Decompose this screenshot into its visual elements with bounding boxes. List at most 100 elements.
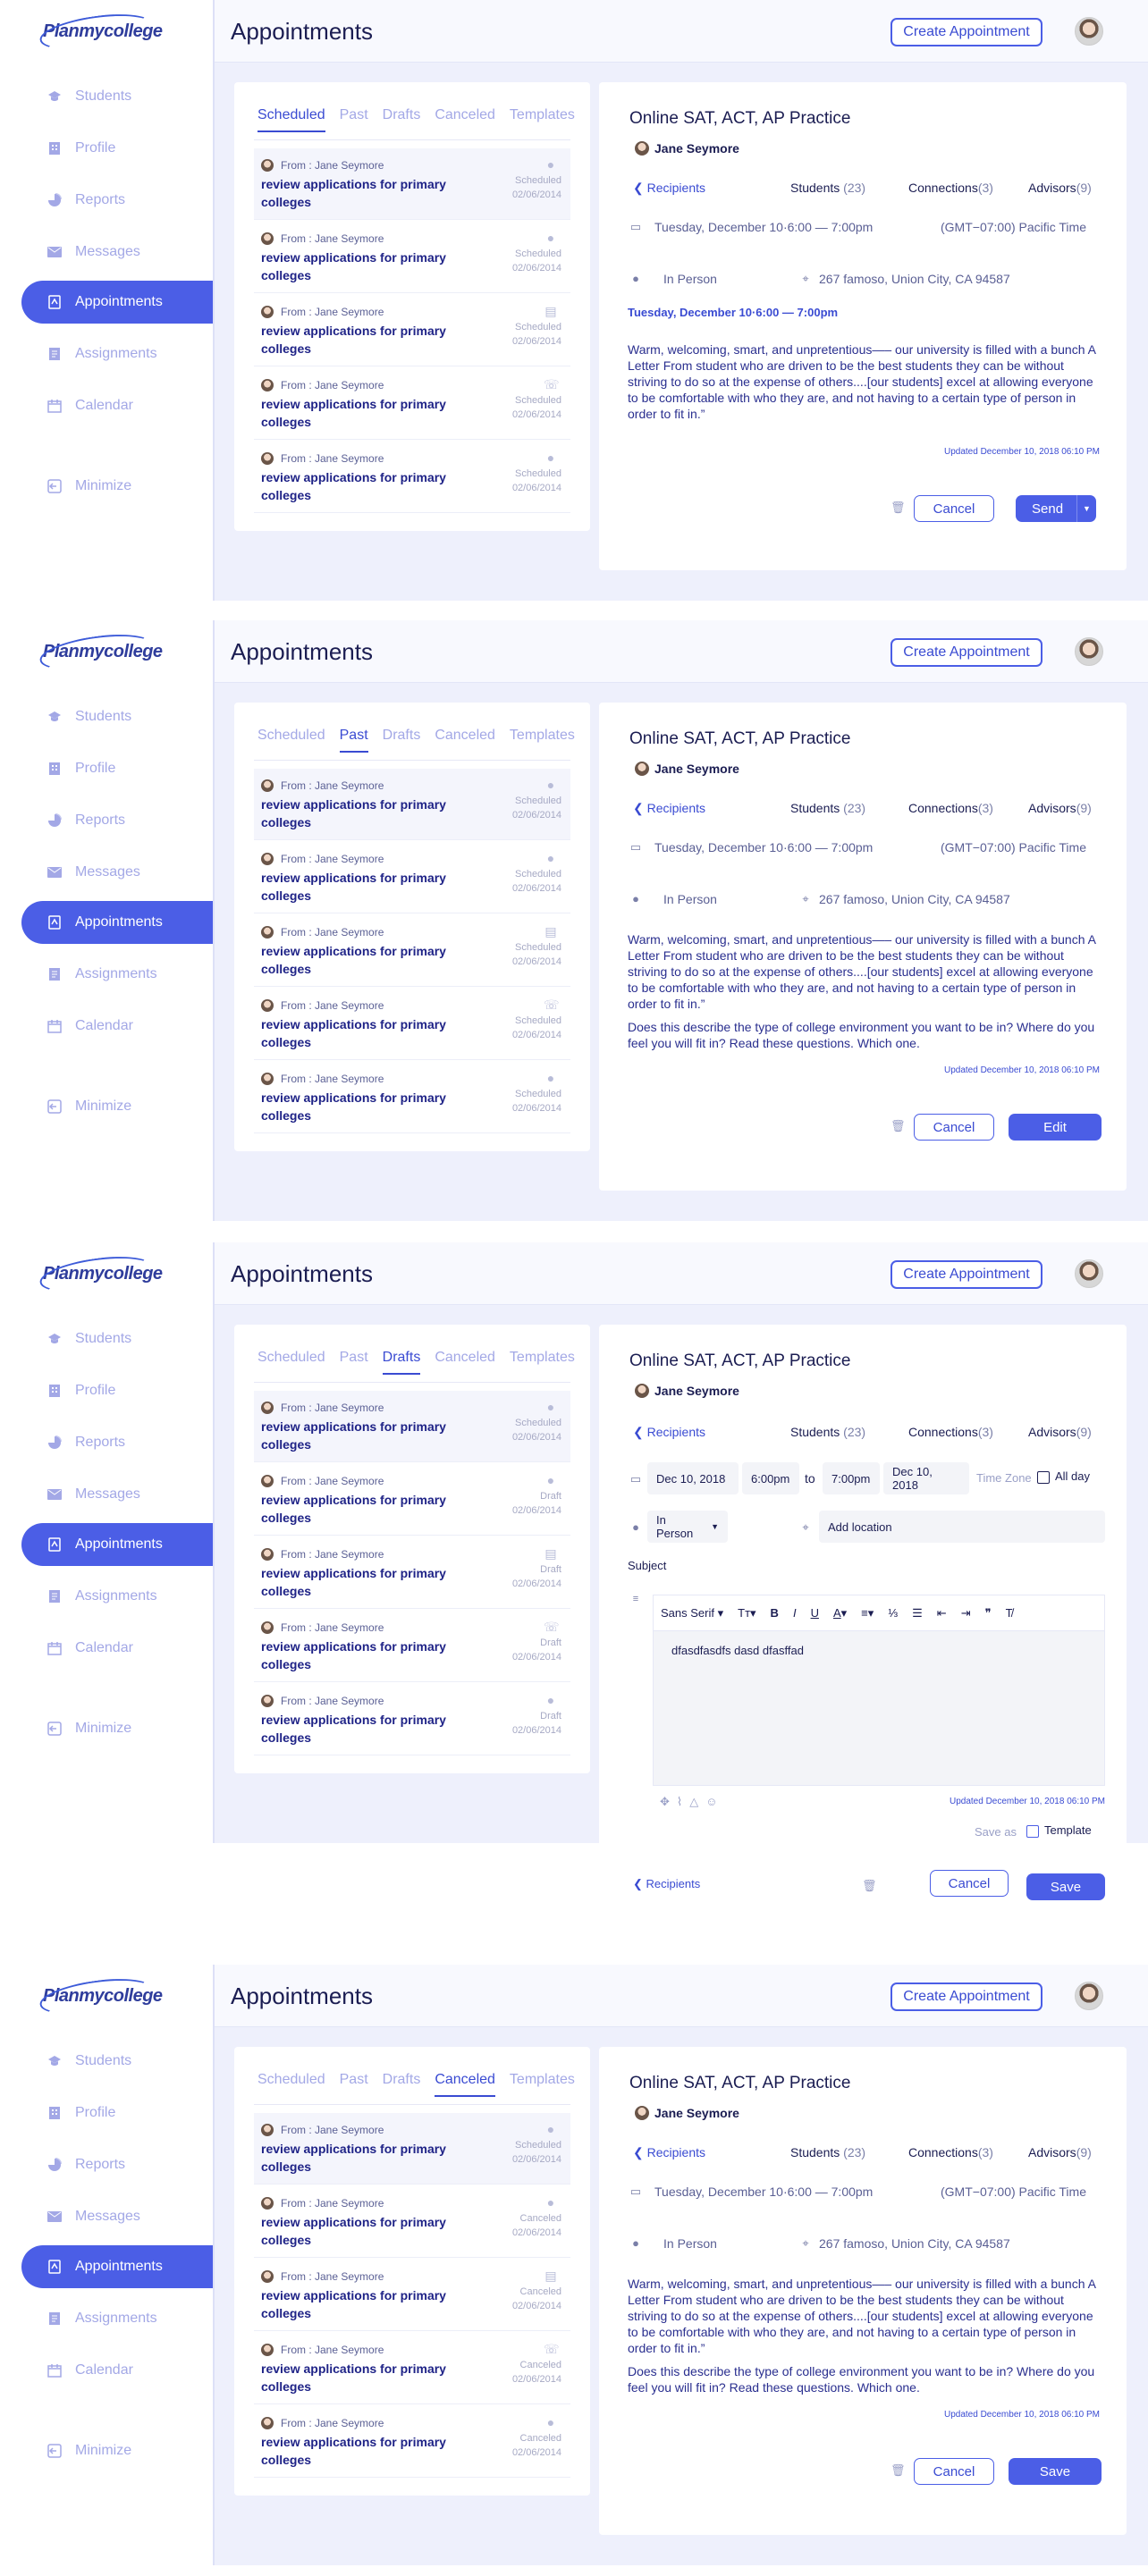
tab-past[interactable]: Past: [340, 1350, 368, 1375]
tab-past[interactable]: Past: [340, 2072, 368, 2097]
italic-icon[interactable]: I: [793, 1606, 797, 1620]
recipients-link[interactable]: ❮ Recipients: [633, 801, 705, 816]
indent-more-icon[interactable]: ⇥: [961, 1606, 971, 1621]
sidebar-item-messages[interactable]: Messages: [21, 2195, 213, 2238]
minimize-button[interactable]: Minimize: [21, 2429, 213, 2472]
edit-button[interactable]: Edit: [1009, 1114, 1102, 1141]
recipients-link[interactable]: ❮ Recipients: [633, 181, 705, 196]
sidebar-item-calendar[interactable]: Calendar: [21, 384, 213, 427]
sidebar-item-profile[interactable]: Profile: [21, 747, 213, 790]
clear-format-icon[interactable]: T̸: [1006, 1606, 1013, 1620]
tab-scheduled[interactable]: Scheduled: [257, 107, 325, 132]
minimize-button[interactable]: Minimize: [21, 1085, 213, 1128]
list-item[interactable]: From : Jane Seymore review applications …: [254, 2260, 570, 2331]
cancel-button[interactable]: Cancel: [914, 1114, 994, 1141]
sidebar-item-profile[interactable]: Profile: [21, 127, 213, 170]
list-item[interactable]: From : Jane Seymore review applications …: [254, 442, 570, 513]
students-count[interactable]: Students (23): [790, 181, 865, 195]
paperclip-icon[interactable]: ⌇: [677, 1795, 689, 1808]
list-item[interactable]: From : Jane Seymore review applications …: [254, 295, 570, 366]
tab-templates[interactable]: Templates: [510, 107, 575, 132]
tab-templates[interactable]: Templates: [510, 728, 575, 753]
font-size-icon[interactable]: Tт▾: [738, 1606, 755, 1621]
connections-count[interactable]: Connections(3): [908, 181, 993, 195]
create-appointment-button[interactable]: Create Appointment: [891, 18, 1042, 46]
save-button[interactable]: Save: [1026, 1873, 1105, 1900]
sidebar-item-messages[interactable]: Messages: [21, 1473, 213, 1516]
end-time-field[interactable]: 7:00pm: [823, 1462, 880, 1494]
minimize-button[interactable]: Minimize: [21, 1707, 213, 1750]
sidebar-item-appointments[interactable]: Appointments: [21, 901, 213, 944]
cancel-button[interactable]: Cancel: [914, 2458, 994, 2485]
list-item[interactable]: From : Jane Seymore review applications …: [254, 222, 570, 293]
sidebar-item-reports[interactable]: Reports: [21, 2143, 213, 2186]
connections-count[interactable]: Connections(3): [908, 801, 993, 815]
sidebar-item-messages[interactable]: Messages: [21, 231, 213, 274]
students-count[interactable]: Students (23): [790, 2145, 865, 2159]
sidebar-item-students[interactable]: Students: [21, 2040, 213, 2083]
sidebar-item-messages[interactable]: Messages: [21, 851, 213, 894]
recipients-back-link[interactable]: ❮ Recipients: [633, 1877, 700, 1891]
editor-content[interactable]: dfasdfasdfs dasd dfasffad: [654, 1631, 1104, 1670]
sidebar-item-students[interactable]: Students: [21, 75, 213, 118]
trash-icon[interactable]: 🗑: [891, 2463, 906, 2478]
timezone-select[interactable]: Time Zone: [976, 1471, 1032, 1485]
list-item[interactable]: From : Jane Seymore review applications …: [254, 769, 570, 840]
list-item[interactable]: From : Jane Seymore review applications …: [254, 2333, 570, 2404]
list-item[interactable]: From : Jane Seymore review applications …: [254, 1391, 570, 1462]
connections-count[interactable]: Connections(3): [908, 1425, 993, 1439]
create-appointment-button[interactable]: Create Appointment: [891, 1983, 1042, 2011]
tab-templates[interactable]: Templates: [510, 2072, 575, 2097]
tab-drafts[interactable]: Drafts: [383, 728, 421, 753]
underline-icon[interactable]: U: [811, 1606, 819, 1620]
students-count[interactable]: Students (23): [790, 801, 865, 815]
drive-icon[interactable]: △: [689, 1795, 705, 1808]
minimize-button[interactable]: Minimize: [21, 465, 213, 508]
user-avatar[interactable]: [1075, 1259, 1103, 1288]
emoji-icon[interactable]: ☺: [705, 1795, 724, 1808]
advisors-count[interactable]: Advisors(9): [1028, 181, 1092, 195]
sidebar-item-reports[interactable]: Reports: [21, 1421, 213, 1464]
text-color-icon[interactable]: A▾: [833, 1606, 847, 1621]
cancel-button[interactable]: Cancel: [930, 1870, 1009, 1897]
user-avatar[interactable]: [1075, 637, 1103, 666]
tab-past[interactable]: Past: [340, 107, 368, 132]
list-item[interactable]: From : Jane Seymore review applications …: [254, 1062, 570, 1133]
sidebar-item-calendar[interactable]: Calendar: [21, 1627, 213, 1670]
recipients-link[interactable]: ❮ Recipients: [633, 2145, 705, 2160]
sidebar-item-assignments[interactable]: Assignments: [21, 333, 213, 375]
align-icon[interactable]: ≡▾: [861, 1606, 874, 1621]
bold-icon[interactable]: B: [771, 1606, 779, 1620]
sidebar-item-reports[interactable]: Reports: [21, 799, 213, 842]
end-date-field[interactable]: Dec 10, 2018: [883, 1462, 969, 1494]
advisors-count[interactable]: Advisors(9): [1028, 1425, 1092, 1439]
trash-icon[interactable]: 🗑: [891, 501, 906, 515]
list-item[interactable]: From : Jane Seymore review applications …: [254, 2113, 570, 2185]
sidebar-item-appointments[interactable]: Appointments: [21, 1523, 213, 1566]
connections-count[interactable]: Connections(3): [908, 2145, 993, 2159]
bullet-list-icon[interactable]: ☰: [912, 1606, 923, 1621]
list-item[interactable]: From : Jane Seymore review applications …: [254, 1464, 570, 1536]
trash-icon[interactable]: 🗑: [862, 1879, 877, 1893]
tab-canceled[interactable]: Canceled: [435, 728, 495, 753]
advisors-count[interactable]: Advisors(9): [1028, 2145, 1092, 2159]
start-date-field[interactable]: Dec 10, 2018: [647, 1462, 739, 1494]
students-count[interactable]: Students (23): [790, 1425, 865, 1439]
sidebar-item-assignments[interactable]: Assignments: [21, 953, 213, 996]
all-day-checkbox[interactable]: All day: [1037, 1469, 1090, 1484]
mode-select[interactable]: In Person ▼: [647, 1511, 728, 1543]
create-appointment-button[interactable]: Create Appointment: [891, 638, 1042, 667]
list-item[interactable]: From : Jane Seymore review applications …: [254, 1684, 570, 1755]
tab-scheduled[interactable]: Scheduled: [257, 2072, 325, 2097]
tab-scheduled[interactable]: Scheduled: [257, 1350, 325, 1375]
advisors-count[interactable]: Advisors(9): [1028, 801, 1092, 815]
user-avatar[interactable]: [1075, 17, 1103, 46]
tab-canceled[interactable]: Canceled: [435, 107, 495, 132]
list-item[interactable]: From : Jane Seymore review applications …: [254, 368, 570, 440]
list-item[interactable]: From : Jane Seymore review applications …: [254, 915, 570, 987]
tab-drafts[interactable]: Drafts: [382, 1350, 420, 1375]
list-item[interactable]: From : Jane Seymore review applications …: [254, 1611, 570, 1682]
list-item[interactable]: From : Jane Seymore review applications …: [254, 842, 570, 913]
tab-drafts[interactable]: Drafts: [383, 2072, 421, 2097]
dropbox-icon[interactable]: ✥: [660, 1795, 677, 1808]
